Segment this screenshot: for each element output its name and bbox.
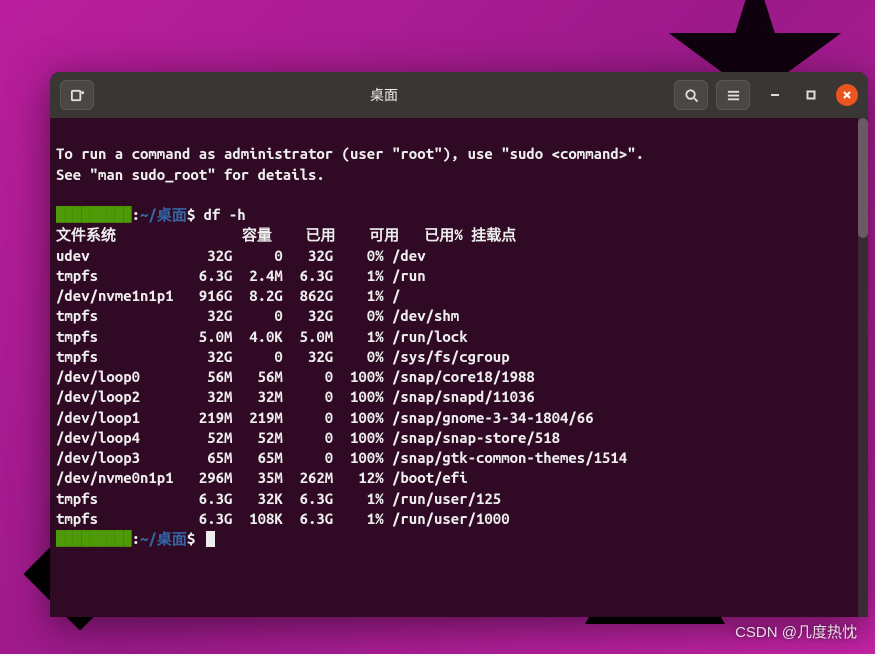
scrollbar-thumb[interactable] <box>858 118 868 238</box>
terminal-window: 桌面 To run a command as administrator (us… <box>50 72 868 617</box>
cursor <box>206 531 215 547</box>
df-row: /dev/loop3 65M 65M 0 100% /snap/gtk-comm… <box>56 449 627 466</box>
prompt-command: df -h <box>204 206 246 223</box>
df-row: tmpfs 6.3G 108K 6.3G 1% /run/user/1000 <box>56 510 510 527</box>
df-row: /dev/nvme1n1p1 916G 8.2G 862G 1% / <box>56 287 400 304</box>
new-tab-icon <box>70 88 85 103</box>
prompt-line-2: █████████:~/桌面$ <box>56 530 215 547</box>
df-row: udev 32G 0 32G 0% /dev <box>56 247 426 264</box>
df-row: tmpfs 6.3G 32K 6.3G 1% /run/user/125 <box>56 490 501 507</box>
df-row: tmpfs 32G 0 32G 0% /dev/shm <box>56 307 459 324</box>
scrollbar[interactable] <box>858 118 868 617</box>
prompt-dollar: $ <box>187 206 204 223</box>
titlebar: 桌面 <box>50 72 868 118</box>
minimize-button[interactable] <box>764 84 786 106</box>
df-output: 文件系统 容量 已用 可用 已用% 挂载点 udev 32G 0 32G 0% … <box>56 225 862 529</box>
search-icon <box>684 88 699 103</box>
maximize-icon <box>806 90 816 100</box>
search-button[interactable] <box>674 80 708 110</box>
df-row: /dev/loop2 32M 32M 0 100% /snap/snapd/11… <box>56 388 535 405</box>
df-row: tmpfs 5.0M 4.0K 5.0M 1% /run/lock <box>56 328 468 345</box>
prompt-user: █████████ <box>56 206 132 223</box>
df-row: tmpfs 32G 0 32G 0% /sys/fs/cgroup <box>56 348 510 365</box>
df-header: 文件系统 容量 已用 可用 已用% 挂载点 <box>56 226 516 243</box>
prompt-line-1: █████████:~/桌面$ df -h <box>56 206 246 223</box>
hamburger-icon <box>726 88 741 103</box>
df-row: /dev/loop4 52M 52M 0 100% /snap/snap-sto… <box>56 429 560 446</box>
new-tab-button[interactable] <box>60 80 94 110</box>
intro-line-2: See "man sudo_root" for details. <box>56 166 325 183</box>
close-icon <box>842 90 852 100</box>
prompt-path-2: ~/桌面 <box>140 530 187 547</box>
window-controls <box>764 84 858 106</box>
prompt-colon: : <box>132 206 140 223</box>
intro-line-1: To run a command as administrator (user … <box>56 145 644 162</box>
watermark: CSDN @几度热忱 <box>735 621 857 642</box>
terminal-body[interactable]: To run a command as administrator (user … <box>50 118 868 617</box>
df-row: /dev/loop1 219M 219M 0 100% /snap/gnome-… <box>56 409 594 426</box>
prompt-colon-2: : <box>132 530 140 547</box>
window-title: 桌面 <box>102 85 666 105</box>
close-button[interactable] <box>836 84 858 106</box>
prompt-user-2: █████████ <box>56 530 132 547</box>
df-row: /dev/loop0 56M 56M 0 100% /snap/core18/1… <box>56 368 535 385</box>
prompt-path: ~/桌面 <box>140 206 187 223</box>
menu-button[interactable] <box>716 80 750 110</box>
maximize-button[interactable] <box>800 84 822 106</box>
prompt-dollar-2: $ <box>187 530 204 547</box>
df-row: /dev/nvme0n1p1 296M 35M 262M 12% /boot/e… <box>56 469 468 486</box>
minimize-icon <box>770 90 780 100</box>
df-row: tmpfs 6.3G 2.4M 6.3G 1% /run <box>56 267 426 284</box>
